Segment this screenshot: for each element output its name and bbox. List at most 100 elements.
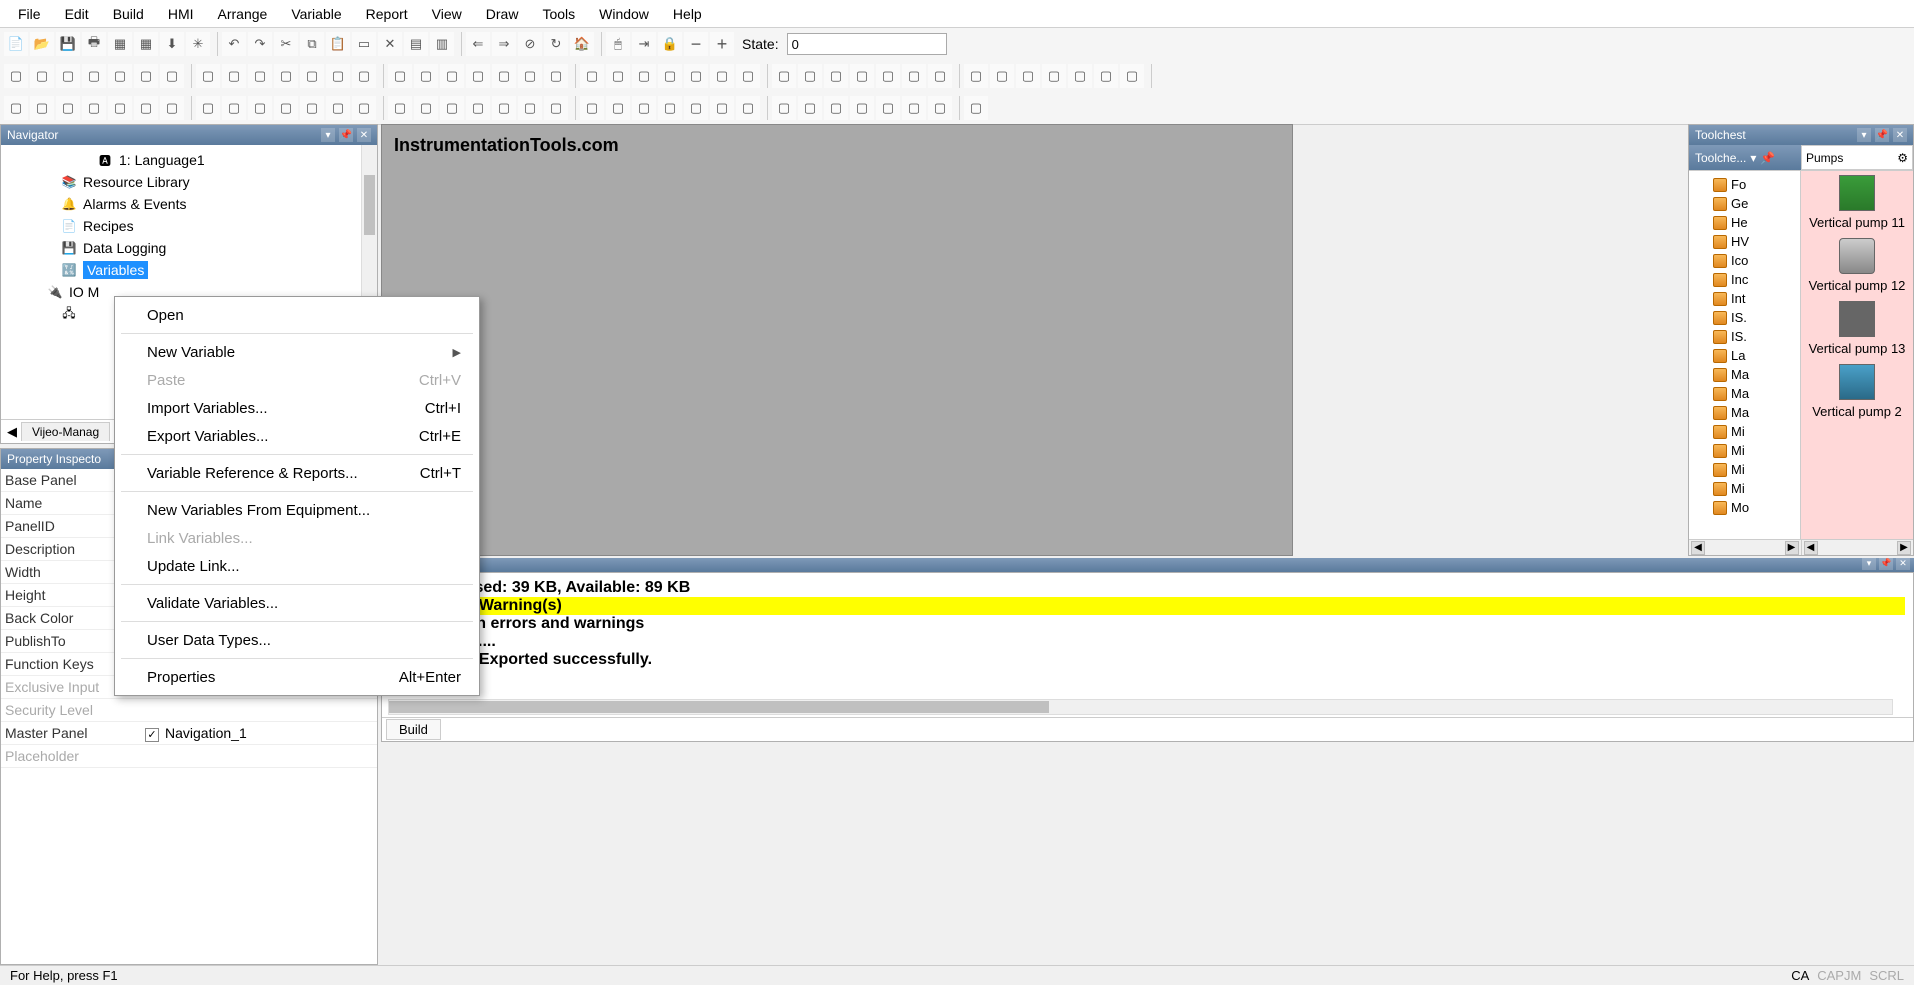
menu-item-new-variables-from-equipment[interactable]: New Variables From Equipment... [115, 496, 479, 524]
output-tab-build[interactable]: Build [386, 719, 441, 740]
toolchest-item[interactable]: Vertical pump 11 [1805, 175, 1909, 230]
menu-item-import-variables[interactable]: Import Variables...Ctrl+I [115, 394, 479, 422]
tool-icon[interactable]: ▢ [928, 96, 952, 120]
tool-icon[interactable]: ▢ [248, 64, 272, 88]
tool-icon[interactable]: ▢ [544, 64, 568, 88]
toolchest-folder[interactable]: Ge [1689, 194, 1800, 213]
tool-icon[interactable]: ▦ [134, 32, 158, 56]
tool-icon[interactable]: ▢ [876, 64, 900, 88]
tool-icon[interactable]: ▢ [736, 96, 760, 120]
tool-icon[interactable]: ▢ [30, 64, 54, 88]
toolchest-folder[interactable]: Mi [1689, 441, 1800, 460]
back-icon[interactable]: ⇐ [466, 32, 490, 56]
save-icon[interactable]: 💾 [56, 32, 80, 56]
tool-icon[interactable]: ▢ [466, 64, 490, 88]
delete-icon[interactable]: ✕ [378, 32, 402, 56]
menu-item-new-variable[interactable]: New Variable▶ [115, 338, 479, 366]
tool-icon[interactable]: ▢ [928, 64, 952, 88]
home-icon[interactable]: 🏠 [570, 32, 594, 56]
stop-icon[interactable]: ⊘ [518, 32, 542, 56]
tool-icon[interactable]: ▢ [876, 96, 900, 120]
tool-icon[interactable]: ▢ [580, 64, 604, 88]
tool-icon[interactable]: ▢ [440, 96, 464, 120]
toolchest-folder[interactable]: Int [1689, 289, 1800, 308]
tree-item[interactable]: 🔔Alarms & Events [1, 193, 377, 215]
tool-icon[interactable]: ▢ [798, 64, 822, 88]
menu-view[interactable]: View [420, 2, 474, 26]
property-row[interactable]: Placeholder [1, 745, 377, 768]
toolchest-folder[interactable]: La [1689, 346, 1800, 365]
tool-icon[interactable]: ▢ [274, 64, 298, 88]
tool-icon[interactable]: ▢ [824, 96, 848, 120]
tool-icon[interactable]: ▢ [850, 64, 874, 88]
menu-item-properties[interactable]: PropertiesAlt+Enter [115, 663, 479, 691]
tool-icon[interactable]: ▢ [492, 64, 516, 88]
tool-icon[interactable]: ▢ [82, 64, 106, 88]
tool-icon[interactable]: ▢ [658, 64, 682, 88]
tree-item[interactable]: 📚Resource Library [1, 171, 377, 193]
toolchest-item[interactable]: Vertical pump 12 [1805, 238, 1909, 293]
tool-icon[interactable]: ▢ [736, 64, 760, 88]
close-icon[interactable]: ✕ [1893, 128, 1907, 142]
checkbox-icon[interactable]: ✓ [145, 728, 159, 742]
tool-icon[interactable]: ▢ [300, 64, 324, 88]
tool-icon[interactable]: ▢ [196, 96, 220, 120]
tool-icon[interactable]: ▢ [492, 96, 516, 120]
tool-icon[interactable]: ▢ [606, 64, 630, 88]
tool-icon[interactable]: ▢ [108, 96, 132, 120]
tool-icon[interactable]: ▢ [414, 64, 438, 88]
scroll-left-icon[interactable]: ◀ [1804, 541, 1818, 555]
toolchest-category[interactable]: Pumps ⚙ [1801, 145, 1913, 170]
toolchest-folder[interactable]: IS. [1689, 327, 1800, 346]
menu-item-export-variables[interactable]: Export Variables...Ctrl+E [115, 422, 479, 450]
lock-icon[interactable]: 🔒 [658, 32, 682, 56]
tool-icon[interactable]: ▢ [518, 96, 542, 120]
tool-icon[interactable]: ▢ [56, 96, 80, 120]
tool-icon[interactable]: ▢ [440, 64, 464, 88]
toolchest-folder[interactable]: Ico [1689, 251, 1800, 270]
tool-icon[interactable]: ▢ [466, 96, 490, 120]
dropdown-icon[interactable]: ▾ [1862, 558, 1876, 570]
undo-icon[interactable]: ↶ [222, 32, 246, 56]
tool-icon[interactable]: ▢ [82, 96, 106, 120]
tool-icon[interactable]: ▢ [4, 64, 28, 88]
open-icon[interactable]: 📂 [30, 32, 54, 56]
menu-build[interactable]: Build [101, 2, 156, 26]
tool-icon[interactable]: 🖱 [606, 32, 630, 56]
menu-draw[interactable]: Draw [474, 2, 531, 26]
scrollbar-horizontal[interactable]: ◀ ▶ [1689, 540, 1802, 555]
tool-icon[interactable]: ▢ [160, 96, 184, 120]
tool-icon[interactable]: ▢ [710, 64, 734, 88]
tool-icon[interactable]: ▢ [414, 96, 438, 120]
toolchest-folder[interactable]: Mi [1689, 422, 1800, 441]
tool-icon[interactable]: ▢ [544, 96, 568, 120]
toolchest-folder[interactable]: Mo [1689, 498, 1800, 517]
tool-icon[interactable]: ▢ [352, 96, 376, 120]
forward-icon[interactable]: ⇒ [492, 32, 516, 56]
tool-icon[interactable]: ▢ [658, 96, 682, 120]
tool-icon[interactable]: ▢ [1068, 64, 1092, 88]
tool-icon[interactable]: ⇥ [632, 32, 656, 56]
tool-icon[interactable]: ▢ [160, 64, 184, 88]
menu-window[interactable]: Window [587, 2, 661, 26]
toolchest-folder-tree[interactable]: FoGeHeHVIcoIncIntIS.IS.LaMaMaMaMiMiMiMiM… [1689, 171, 1801, 539]
tool-icon[interactable]: ▢ [1094, 64, 1118, 88]
build-output[interactable]: : 128 KB, Used: 39 KB, Available: 89 KBo… [382, 573, 1913, 717]
toolchest-item[interactable]: Vertical pump 2 [1805, 364, 1909, 419]
tool-icon[interactable]: ▢ [222, 64, 246, 88]
tool-icon[interactable]: ▢ [196, 64, 220, 88]
pin-icon[interactable]: 📌 [1875, 128, 1889, 142]
tool-icon[interactable]: ▤ [404, 32, 428, 56]
plus-icon[interactable]: + [710, 32, 734, 56]
paste-icon[interactable]: 📋 [326, 32, 350, 56]
close-icon[interactable]: ✕ [1896, 558, 1910, 570]
tool-icon[interactable]: ▢ [772, 96, 796, 120]
menu-file[interactable]: File [6, 2, 53, 26]
cut-icon[interactable]: ✂ [274, 32, 298, 56]
toolchest-folder[interactable]: Ma [1689, 384, 1800, 403]
tool-icon[interactable]: ▢ [902, 96, 926, 120]
menu-report[interactable]: Report [354, 2, 420, 26]
tool-icon[interactable]: ▢ [326, 64, 350, 88]
tree-item[interactable]: 🅰1: Language1 [1, 149, 377, 171]
tool-icon[interactable]: ▢ [30, 96, 54, 120]
